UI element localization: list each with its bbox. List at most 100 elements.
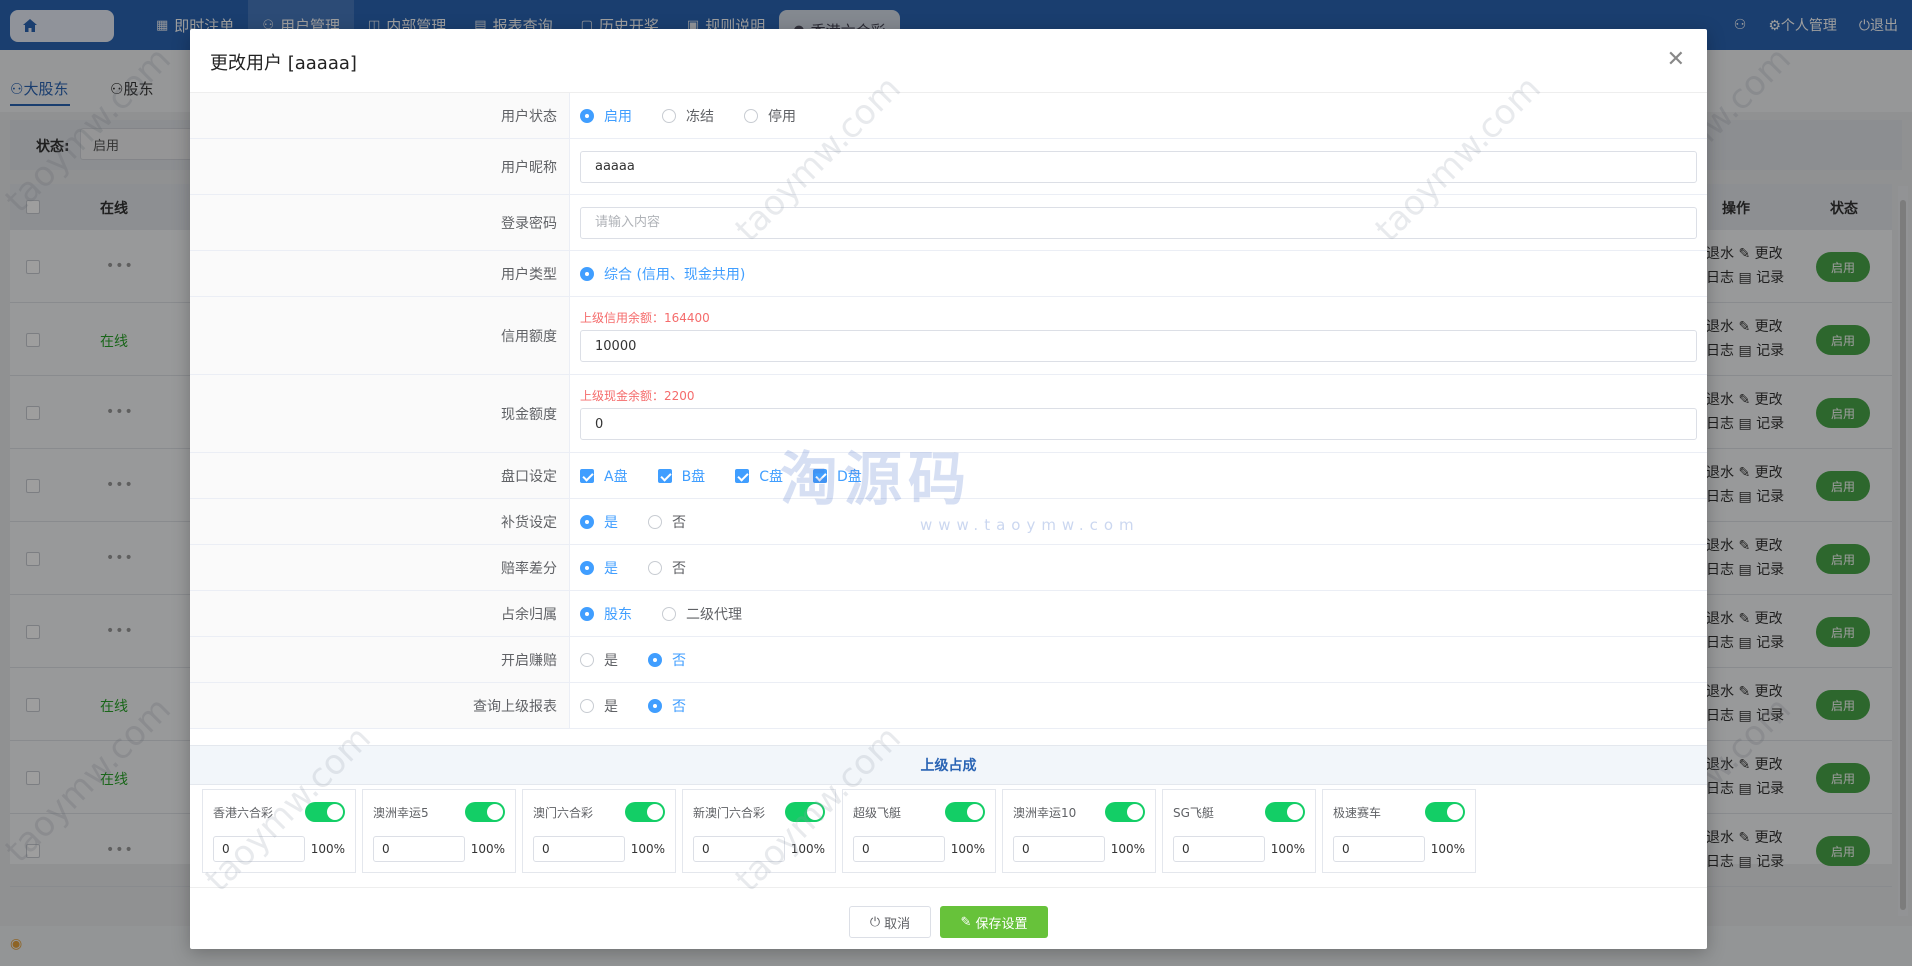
radio-peilv-no[interactable]: 否: [648, 558, 686, 578]
label-report: 查询上级报表: [190, 683, 570, 728]
game-toggle-switch[interactable]: [1425, 802, 1465, 822]
radio-status-disabled[interactable]: 停用: [744, 106, 796, 126]
game-name: 澳洲幸运10: [1013, 806, 1077, 820]
radio-status-frozen[interactable]: 冻结: [662, 106, 714, 126]
game-share-percent: 100%: [790, 842, 825, 856]
radio-dot: [662, 606, 676, 621]
game-share-percent: 100%: [630, 842, 665, 856]
radio-zhuanpei-no[interactable]: 否: [648, 650, 686, 670]
radio-dot: [580, 652, 594, 667]
row-cash: 现金额度 上级现金余额：2200: [190, 375, 1707, 453]
radio-zhanyu-shareholder[interactable]: 股东: [580, 604, 632, 624]
close-icon[interactable]: ✕: [1667, 47, 1685, 72]
game-share-input[interactable]: [213, 836, 305, 862]
game-share-input[interactable]: [533, 836, 625, 862]
game-share-card: 超级飞艇 100%: [842, 789, 996, 873]
edit-icon: ✎: [960, 914, 972, 930]
checkbox-pan-a[interactable]: A盘: [580, 466, 628, 486]
radio-report-no[interactable]: 否: [648, 696, 686, 716]
row-buhuo: 补货设定 是 否: [190, 499, 1707, 545]
label-nickname: 用户昵称: [190, 139, 570, 194]
radio-buhuo-yes[interactable]: 是: [580, 512, 618, 532]
row-password: 登录密码: [190, 195, 1707, 251]
checkbox-pan-c[interactable]: C盘: [735, 466, 783, 486]
game-share-percent: 100%: [1110, 842, 1145, 856]
label-peilv: 赔率差分: [190, 545, 570, 590]
row-zhanyu: 占余归属 股东 二级代理: [190, 591, 1707, 637]
game-share-percent: 100%: [470, 842, 505, 856]
game-name: 澳门六合彩: [533, 806, 594, 820]
radio-dot: [648, 652, 662, 667]
section-superior-share: 上级占成: [190, 745, 1707, 785]
dialog-footer-divider: [190, 887, 1707, 888]
edit-user-dialog: 更改用户 [aaaaa] ✕ 用户状态 启用 冻结 停用 用户昵称 登录密码 用…: [190, 29, 1707, 949]
game-toggle-switch[interactable]: [625, 802, 665, 822]
label-zhuanpei: 开启赚赔: [190, 637, 570, 682]
game-name: 澳洲幸运5: [373, 806, 429, 820]
label-user-type: 用户类型: [190, 251, 570, 296]
game-name: 超级飞艇: [853, 806, 902, 820]
row-pankou: 盘口设定 A盘 B盘 C盘 D盘: [190, 453, 1707, 499]
game-share-card: 极速赛车 100%: [1322, 789, 1476, 873]
check-icon: [657, 468, 672, 483]
game-name: 香港六合彩: [213, 806, 274, 820]
dialog-title: 更改用户 [aaaaa]: [210, 53, 357, 74]
game-toggle-switch[interactable]: [465, 802, 505, 822]
game-share-percent: 100%: [1430, 842, 1465, 856]
game-toggle-switch[interactable]: [945, 802, 985, 822]
game-share-card: SG飞艇 100%: [1162, 789, 1316, 873]
game-share-cards: 香港六合彩100%澳洲幸运5100%澳门六合彩100%新澳门六合彩100%超级飞…: [202, 789, 1476, 873]
game-share-input[interactable]: [1173, 836, 1265, 862]
radio-dot: [580, 606, 594, 621]
checkbox-pan-b[interactable]: B盘: [657, 466, 705, 486]
dialog-header: 更改用户 [aaaaa] ✕: [190, 29, 1707, 93]
radio-dot: [648, 560, 662, 575]
credit-input[interactable]: [580, 330, 1697, 362]
radio-zhuanpei-yes[interactable]: 是: [580, 650, 618, 670]
radio-dot: [580, 266, 594, 281]
game-share-input[interactable]: [1013, 836, 1105, 862]
cancel-button[interactable]: ⏻ 取消: [849, 906, 931, 938]
game-share-card: 香港六合彩 100%: [202, 789, 356, 873]
game-share-input[interactable]: [1333, 836, 1425, 862]
game-toggle-switch[interactable]: [785, 802, 825, 822]
label-password: 登录密码: [190, 195, 570, 250]
radio-dot: [580, 514, 594, 529]
label-pankou: 盘口设定: [190, 453, 570, 498]
radio-status-enabled[interactable]: 启用: [580, 106, 632, 126]
save-button[interactable]: ✎ 保存设置: [940, 906, 1048, 938]
radio-dot: [580, 560, 594, 575]
radio-dot: [648, 514, 662, 529]
game-toggle-switch[interactable]: [305, 802, 345, 822]
check-icon: [812, 468, 827, 483]
nickname-input[interactable]: [580, 150, 1697, 183]
game-share-input[interactable]: [373, 836, 465, 862]
game-toggle-switch[interactable]: [1105, 802, 1145, 822]
game-toggle-switch[interactable]: [1265, 802, 1305, 822]
row-credit: 信用额度 上级信用余额：164400: [190, 297, 1707, 375]
game-share-input[interactable]: [853, 836, 945, 862]
game-share-card: 澳洲幸运10 100%: [1002, 789, 1156, 873]
game-share-percent: 100%: [1270, 842, 1305, 856]
radio-dot: [662, 108, 676, 123]
row-peilv: 赔率差分 是 否: [190, 545, 1707, 591]
cash-input[interactable]: [580, 408, 1697, 440]
radio-zhanyu-agent[interactable]: 二级代理: [662, 604, 742, 624]
game-name: SG飞艇: [1173, 806, 1214, 820]
credit-balance-hint: 上级信用余额：164400: [580, 311, 710, 325]
radio-dot: [744, 108, 758, 123]
radio-group-status: 启用 冻结 停用: [580, 93, 1697, 138]
row-zhuanpei: 开启赚赔 是 否: [190, 637, 1707, 683]
radio-user-type-combined[interactable]: 综合 (信用、现金共用): [580, 264, 745, 284]
radio-dot: [648, 698, 662, 713]
password-input[interactable]: [580, 206, 1697, 239]
label-cash: 现金额度: [190, 375, 570, 452]
row-report: 查询上级报表 是 否: [190, 683, 1707, 729]
game-share-input[interactable]: [693, 836, 785, 862]
row-user-status: 用户状态 启用 冻结 停用: [190, 93, 1707, 139]
radio-peilv-yes[interactable]: 是: [580, 558, 618, 578]
game-share-percent: 100%: [950, 842, 985, 856]
radio-buhuo-no[interactable]: 否: [648, 512, 686, 532]
checkbox-pan-d[interactable]: D盘: [812, 466, 862, 486]
radio-report-yes[interactable]: 是: [580, 696, 618, 716]
